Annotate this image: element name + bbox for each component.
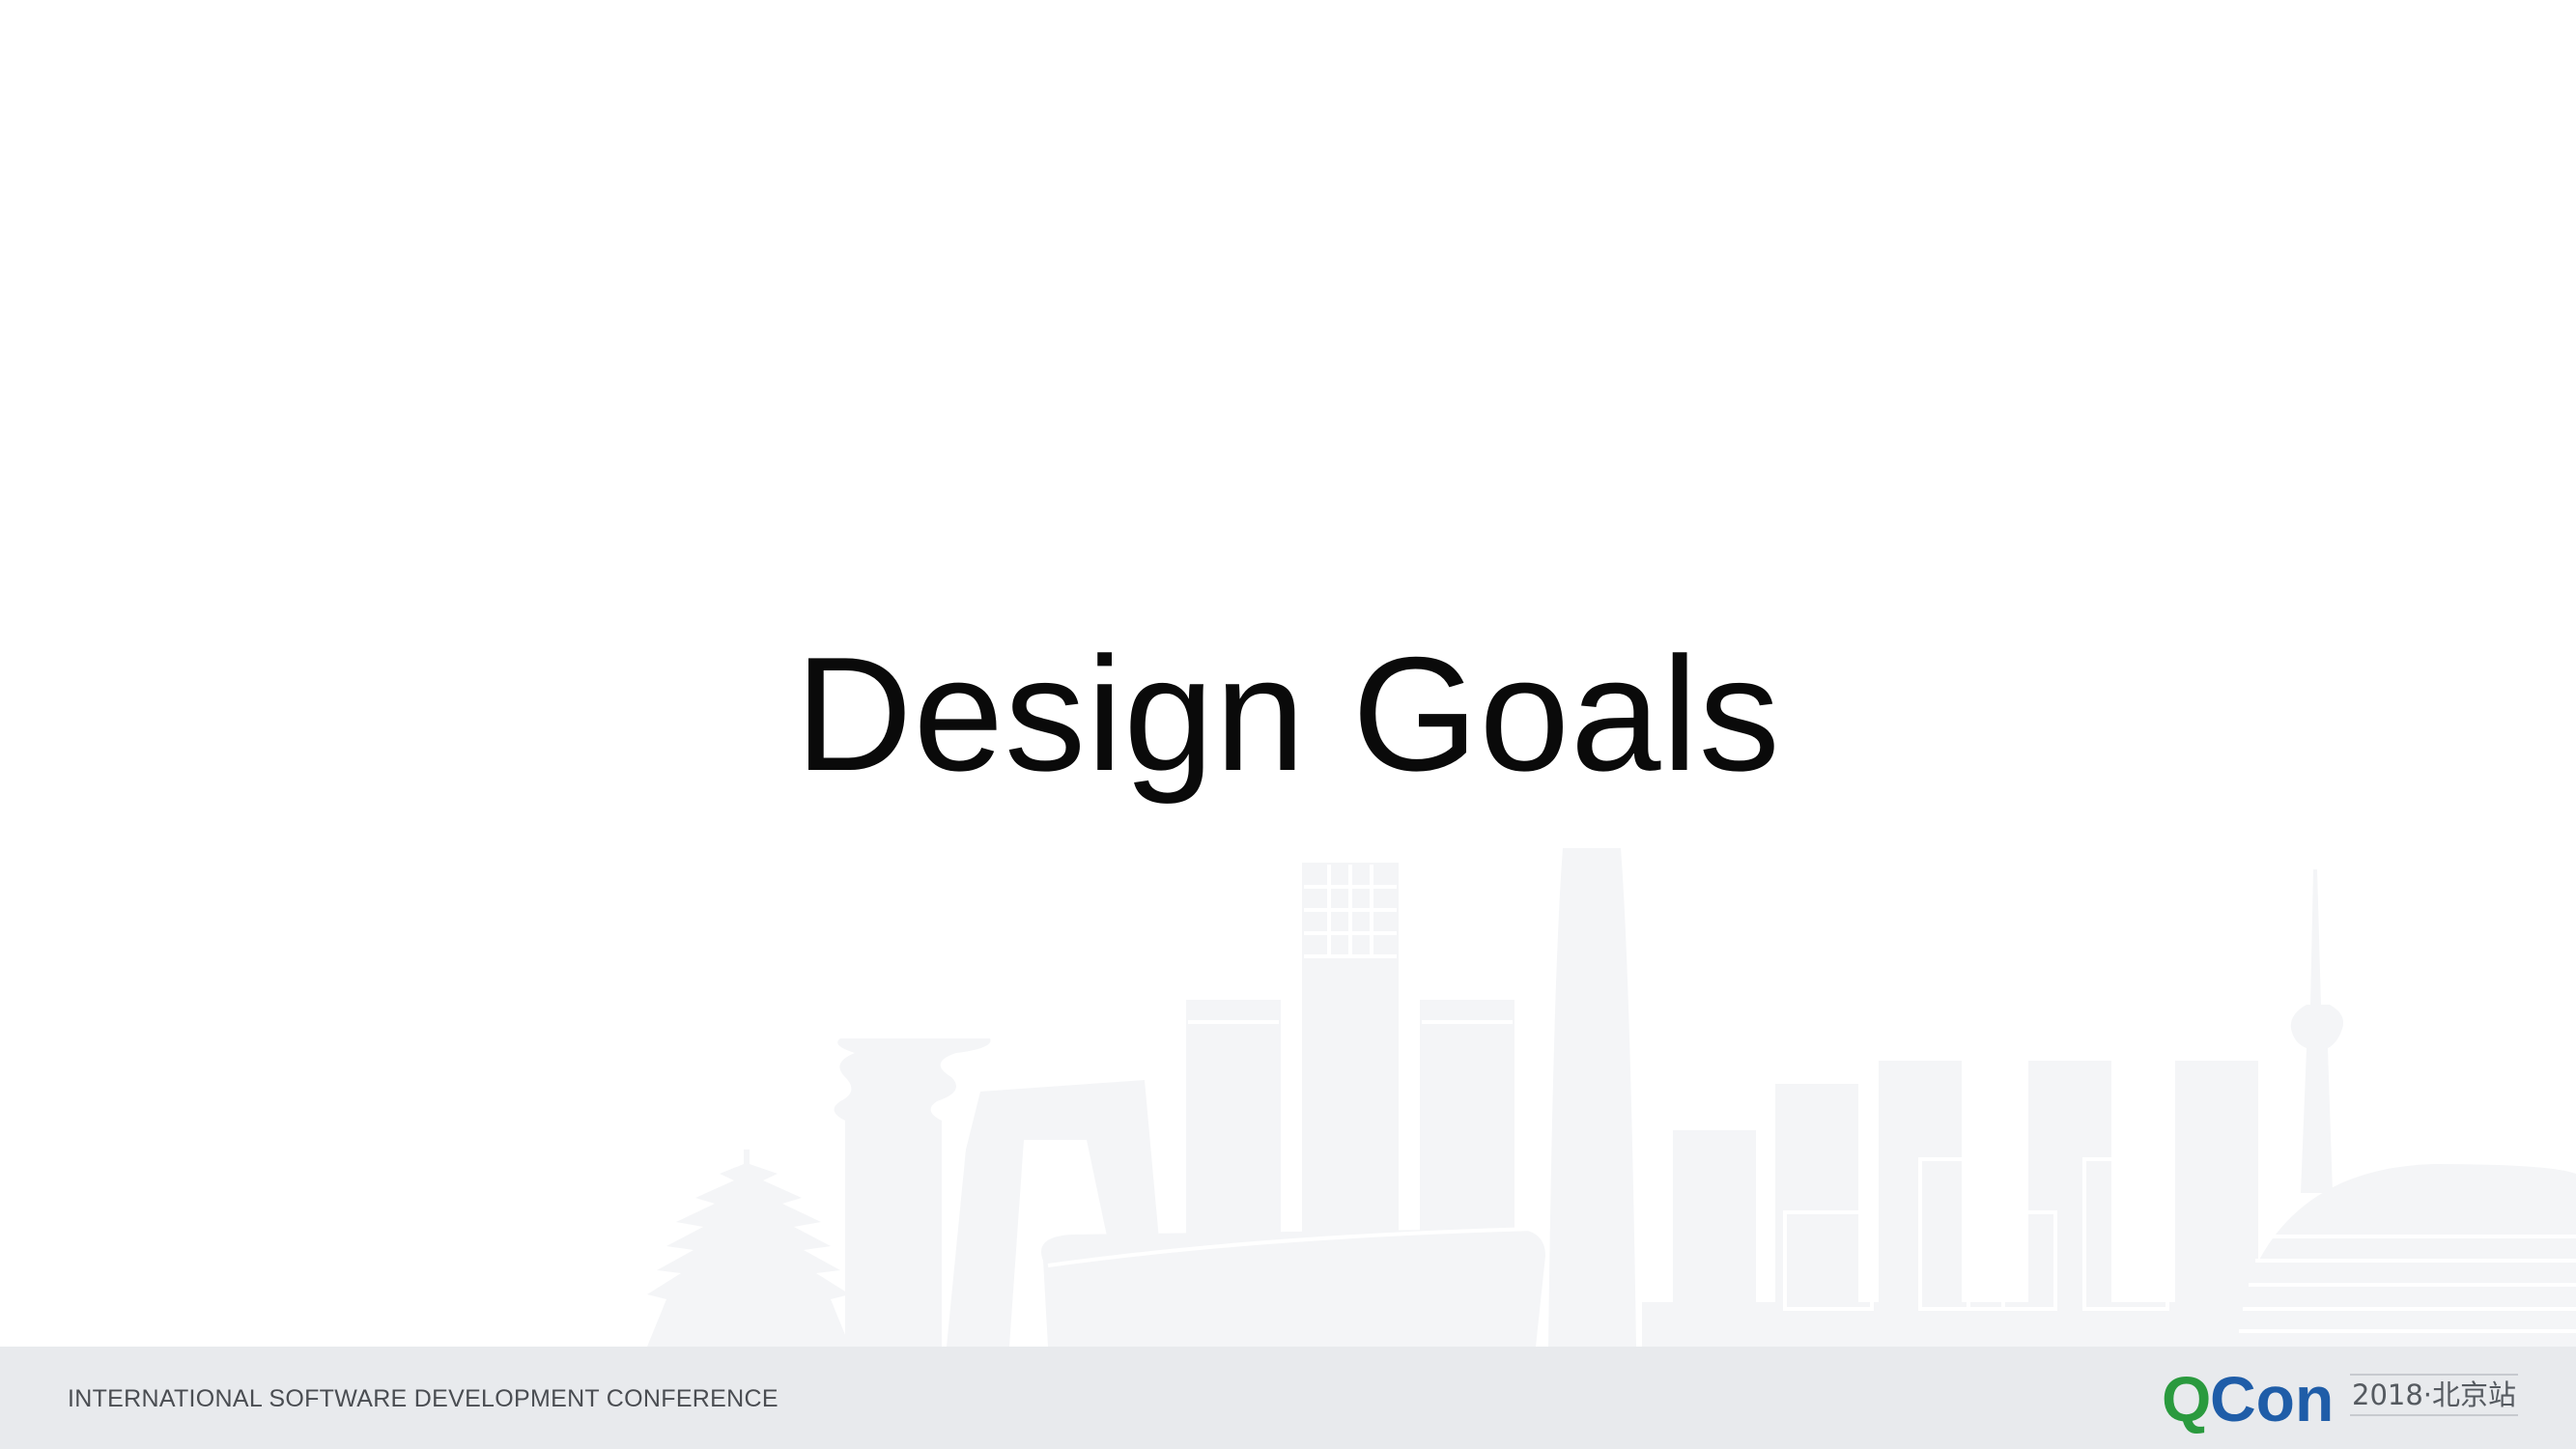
slide-title: Design Goals bbox=[795, 623, 1781, 805]
qcon-logo: Q Con 2018·北京站 bbox=[2162, 1360, 2519, 1437]
logo-edition-text: 2018·北京站 bbox=[2350, 1374, 2519, 1416]
city-skyline-illustration bbox=[647, 848, 2576, 1347]
conference-name: INTERNATIONAL SOFTWARE DEVELOPMENT CONFE… bbox=[68, 1385, 778, 1412]
slide: Design Goals INTERNATIONAL SOFTWARE DEVE… bbox=[0, 0, 2576, 1449]
logo-q-letter: Q bbox=[2162, 1363, 2212, 1435]
logo-con-text: Con bbox=[2210, 1363, 2335, 1435]
